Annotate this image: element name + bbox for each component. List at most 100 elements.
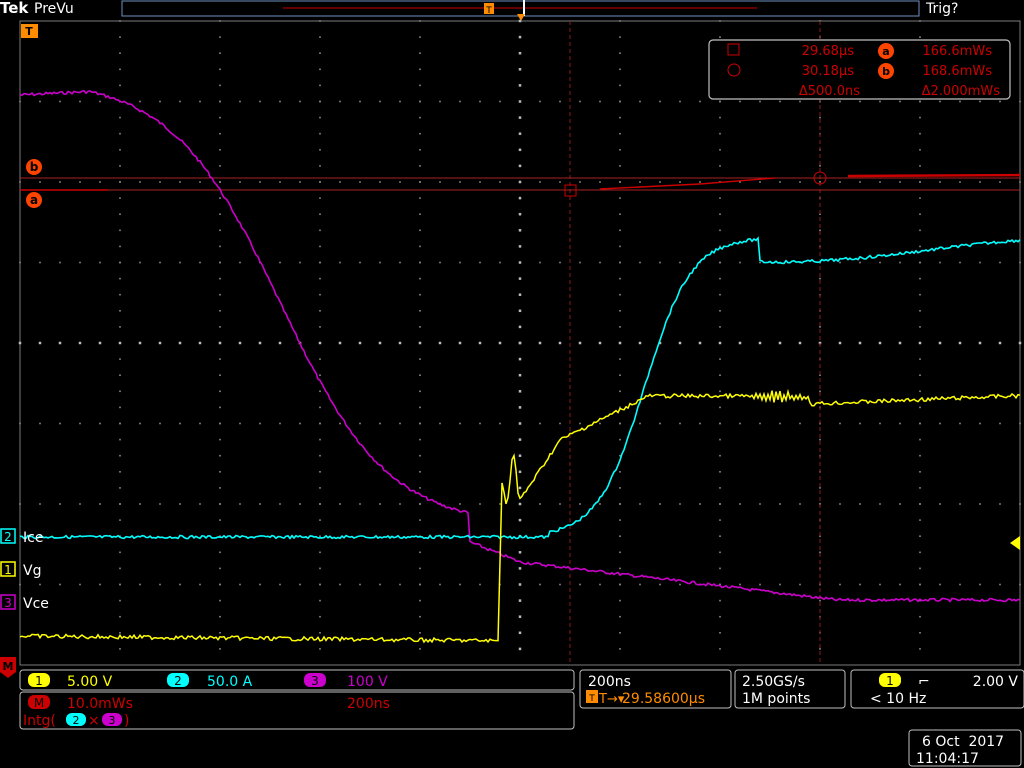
grid-dot bbox=[119, 519, 121, 521]
grid-dot bbox=[919, 422, 921, 425]
trigger-frequency: < 10 Hz bbox=[870, 691, 926, 707]
grid-dot bbox=[458, 341, 462, 345]
grid-dot bbox=[199, 181, 201, 183]
grid-dot bbox=[619, 310, 621, 312]
grid-dot bbox=[399, 422, 401, 425]
grid-dot bbox=[359, 181, 361, 183]
graticule bbox=[18, 19, 1022, 666]
grid-dot bbox=[199, 422, 201, 425]
grid-dot bbox=[419, 374, 421, 376]
ch1-ground-marker[interactable]: 1 Vg bbox=[0, 561, 41, 579]
grid-dot bbox=[1019, 583, 1021, 586]
grid-dot bbox=[559, 422, 561, 425]
grid-dot bbox=[619, 551, 621, 554]
grid-dot bbox=[119, 213, 121, 215]
cursor-b-marker[interactable]: b bbox=[26, 159, 42, 175]
grid-dot bbox=[239, 100, 241, 103]
grid-dot bbox=[139, 181, 141, 183]
grid-dot bbox=[1019, 181, 1021, 183]
grid-dot bbox=[38, 341, 42, 345]
grid-dot bbox=[39, 181, 41, 183]
ch2-ground-number: 2 bbox=[4, 530, 12, 544]
grid-dot bbox=[518, 373, 522, 377]
ch3-ground-marker[interactable]: 3 Vce bbox=[0, 594, 49, 612]
grid-dot bbox=[539, 422, 541, 425]
grid-dot bbox=[119, 390, 121, 393]
grid-dot bbox=[899, 503, 901, 505]
grid-dot bbox=[638, 341, 642, 345]
grid-dot bbox=[299, 583, 301, 586]
grid-dot bbox=[478, 341, 482, 345]
grid-dot bbox=[439, 181, 441, 183]
grid-dot bbox=[379, 100, 381, 103]
ch2-ice-waveform bbox=[19, 236, 1021, 540]
math-timebase: 200ns bbox=[347, 696, 390, 712]
grid-dot bbox=[919, 261, 921, 264]
grid-dot bbox=[419, 36, 421, 38]
grid-dot bbox=[719, 471, 721, 473]
grid-dot bbox=[59, 422, 61, 425]
grid-dot bbox=[219, 438, 221, 441]
grid-dot bbox=[699, 422, 701, 425]
grid-dot bbox=[619, 213, 621, 215]
grid-dot bbox=[739, 503, 741, 505]
grid-dot bbox=[619, 326, 621, 328]
grid-dot bbox=[518, 100, 522, 103]
ch2-ground-marker[interactable]: 2 Ice bbox=[0, 528, 43, 546]
grid-dot bbox=[119, 84, 121, 87]
grid-dot bbox=[719, 535, 721, 537]
math-waveform-mid bbox=[599, 177, 776, 190]
grid-dot bbox=[819, 551, 821, 554]
grid-dot bbox=[518, 212, 522, 216]
grid-dot bbox=[419, 406, 421, 409]
grid-dot bbox=[618, 341, 622, 345]
trigger-level-marker[interactable]: T bbox=[21, 24, 38, 38]
grid-dot bbox=[319, 567, 321, 570]
grid-dot bbox=[498, 341, 502, 345]
grid-dot bbox=[679, 261, 681, 264]
ch1-trigger-level-arrow-icon[interactable] bbox=[1010, 536, 1020, 550]
grid-dot bbox=[719, 519, 721, 521]
grid-dot bbox=[119, 471, 121, 473]
grid-dot bbox=[719, 293, 721, 296]
grid-dot bbox=[719, 648, 721, 650]
grid-dot bbox=[619, 68, 621, 71]
grid-dot bbox=[518, 261, 522, 264]
grid-dot bbox=[319, 310, 321, 312]
grid-dot bbox=[459, 181, 461, 183]
grid-dot bbox=[158, 341, 162, 345]
grid-dot bbox=[39, 583, 41, 586]
grid-dot bbox=[518, 164, 522, 168]
grid-dot bbox=[319, 213, 321, 215]
ch1-badge-label: 1 bbox=[35, 674, 43, 688]
grid-dot bbox=[399, 503, 401, 505]
math-marker[interactable]: M bbox=[0, 657, 16, 678]
grid-dot bbox=[659, 583, 661, 586]
grid-dot bbox=[419, 632, 421, 634]
grid-dot bbox=[119, 52, 121, 54]
horizontal-position-prefix: T→▾ bbox=[598, 692, 625, 707]
grid-dot bbox=[919, 487, 921, 489]
math-expression-operator: × bbox=[88, 713, 100, 729]
grid-dot bbox=[319, 181, 321, 183]
grid-dot bbox=[739, 100, 741, 103]
grid-dot bbox=[99, 100, 101, 103]
grid-dot bbox=[559, 100, 561, 103]
grid-dot bbox=[719, 36, 721, 38]
grid-dot bbox=[219, 632, 221, 634]
horizontal-trigger-icon-label: T bbox=[588, 694, 595, 704]
grid-dot bbox=[419, 261, 421, 264]
grid-dot bbox=[239, 422, 241, 425]
grid-dot bbox=[859, 261, 861, 264]
grid-dot bbox=[39, 422, 41, 425]
cursor-a-marker[interactable]: a bbox=[26, 192, 42, 208]
grid-dot bbox=[578, 341, 582, 345]
ch1-ground-name: Vg bbox=[23, 563, 41, 579]
ch1-scale: 5.00 V bbox=[67, 674, 113, 690]
grid-dot bbox=[199, 503, 201, 505]
grid-dot bbox=[219, 406, 221, 409]
grid-dot bbox=[839, 503, 841, 505]
cursor-delta-time: Δ500.0ns bbox=[799, 84, 860, 99]
grid-dot bbox=[719, 487, 721, 489]
grid-dot bbox=[399, 261, 401, 264]
